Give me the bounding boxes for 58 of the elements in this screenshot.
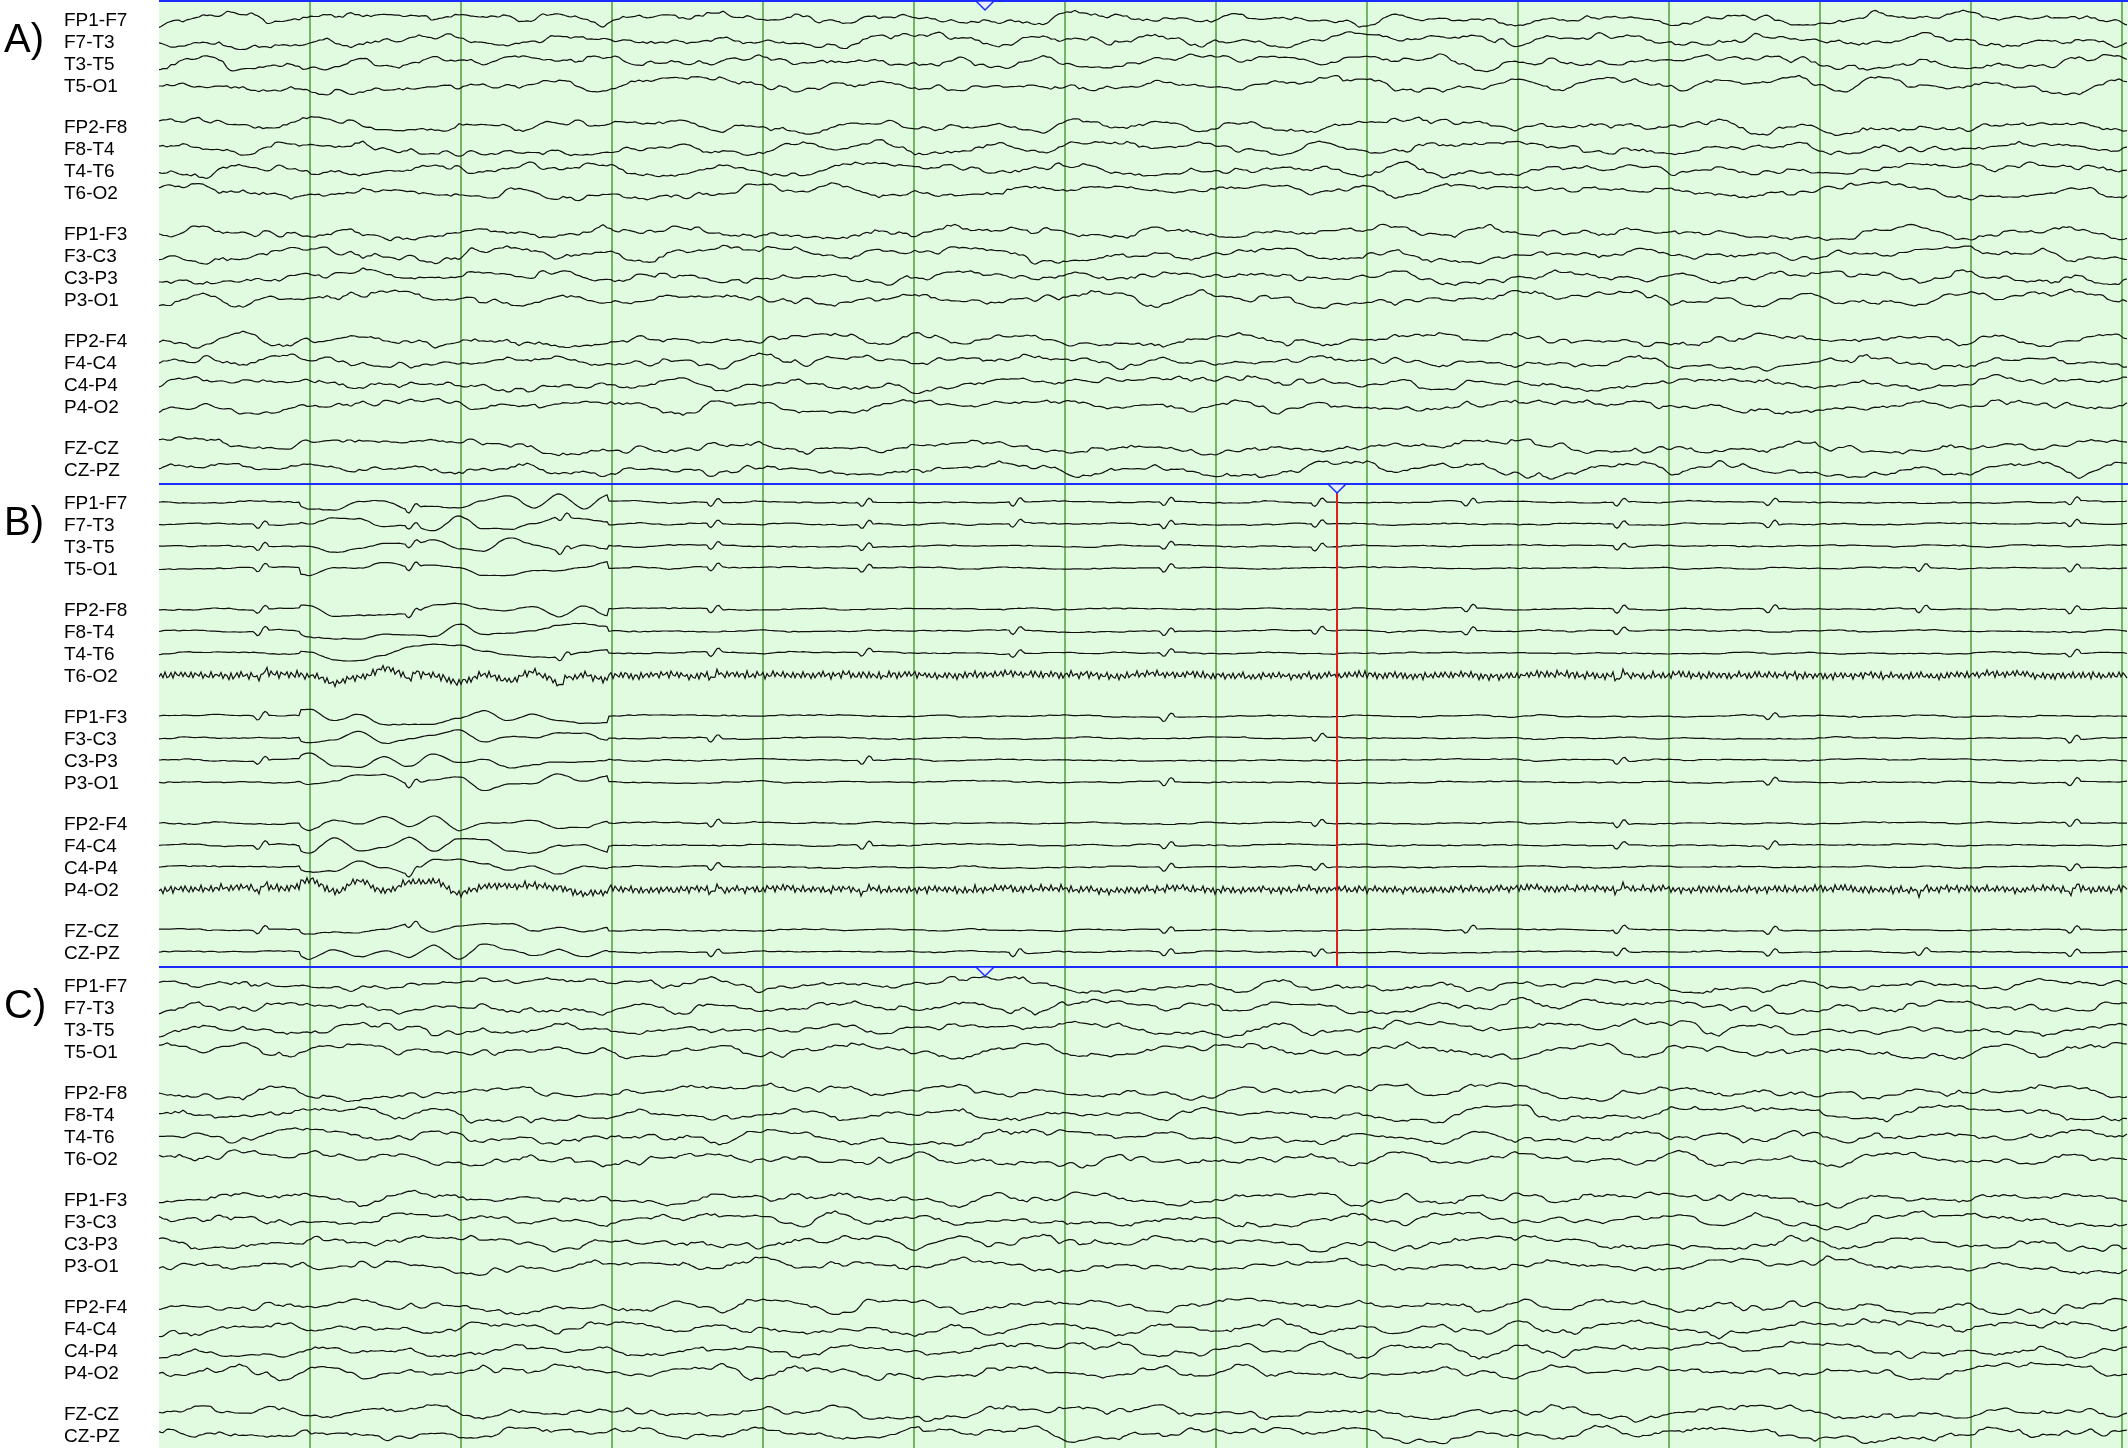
channel-label: F8-T4: [64, 1104, 115, 1124]
channel-label: T4-T6: [64, 643, 115, 663]
channel-label: F8-T4: [64, 621, 115, 641]
channel-label: FP2-F8: [64, 599, 128, 619]
channel-label: T5-O1: [64, 558, 118, 578]
channel-label: FP1-F7: [64, 9, 128, 29]
channel-label: P3-O1: [64, 772, 119, 792]
channel-label: FZ-CZ: [64, 437, 119, 457]
channel-label: T5-O1: [64, 75, 118, 95]
channel-label: P4-O2: [64, 1362, 119, 1382]
channel-label: FP1-F7: [64, 975, 128, 995]
channel-label: FP1-F3: [64, 706, 128, 726]
panel-label: B): [4, 499, 44, 543]
channel-label: FP2-F4: [64, 1296, 128, 1316]
channel-label: CZ-PZ: [64, 942, 120, 962]
channel-label: F7-T3: [64, 514, 115, 534]
channel-label: F4-C4: [64, 835, 117, 855]
channel-label: F3-C3: [64, 1211, 117, 1231]
channel-label: P4-O2: [64, 396, 119, 416]
channel-label: P4-O2: [64, 879, 119, 899]
channel-label: CZ-PZ: [64, 1425, 120, 1445]
channel-label: P3-O1: [64, 289, 119, 309]
channel-label: T6-O2: [64, 182, 118, 202]
marker-icon[interactable]: [974, 0, 996, 12]
channel-label: F4-C4: [64, 1318, 117, 1338]
channel-label: FP1-F3: [64, 223, 128, 243]
channel-label: C3-P3: [64, 267, 118, 287]
channel-label: T6-O2: [64, 1148, 118, 1168]
channel-label: T3-T5: [64, 53, 115, 73]
channel-label: C3-P3: [64, 750, 118, 770]
channel-label: FZ-CZ: [64, 920, 119, 940]
channel-label: FP1-F3: [64, 1189, 128, 1209]
channel-label: T3-T5: [64, 536, 115, 556]
channel-label: FP1-F7: [64, 492, 128, 512]
channel-label: FP2-F4: [64, 330, 128, 350]
channel-label: F3-C3: [64, 728, 117, 748]
channel-label: T6-O2: [64, 665, 118, 685]
channel-label: C3-P3: [64, 1233, 118, 1253]
channel-label: F7-T3: [64, 31, 115, 51]
channel-label: T3-T5: [64, 1019, 115, 1039]
channel-label: F4-C4: [64, 352, 117, 372]
channel-label: T5-O1: [64, 1041, 118, 1061]
channel-label: F8-T4: [64, 138, 115, 158]
channel-label: FZ-CZ: [64, 1403, 119, 1423]
channel-label: T4-T6: [64, 1126, 115, 1146]
channel-label: FP2-F8: [64, 116, 128, 136]
panel-label: C): [4, 982, 47, 1026]
channel-label: FP2-F8: [64, 1082, 128, 1102]
channel-label: C4-P4: [64, 374, 118, 394]
panel-label: A): [4, 16, 44, 60]
channel-label: P3-O1: [64, 1255, 119, 1275]
channel-label: F3-C3: [64, 245, 117, 265]
channel-label: FP2-F4: [64, 813, 128, 833]
channel-label: F7-T3: [64, 997, 115, 1017]
channel-label: C4-P4: [64, 1340, 118, 1360]
channel-label: CZ-PZ: [64, 459, 120, 479]
channel-label: T4-T6: [64, 160, 115, 180]
channel-label: C4-P4: [64, 857, 118, 877]
